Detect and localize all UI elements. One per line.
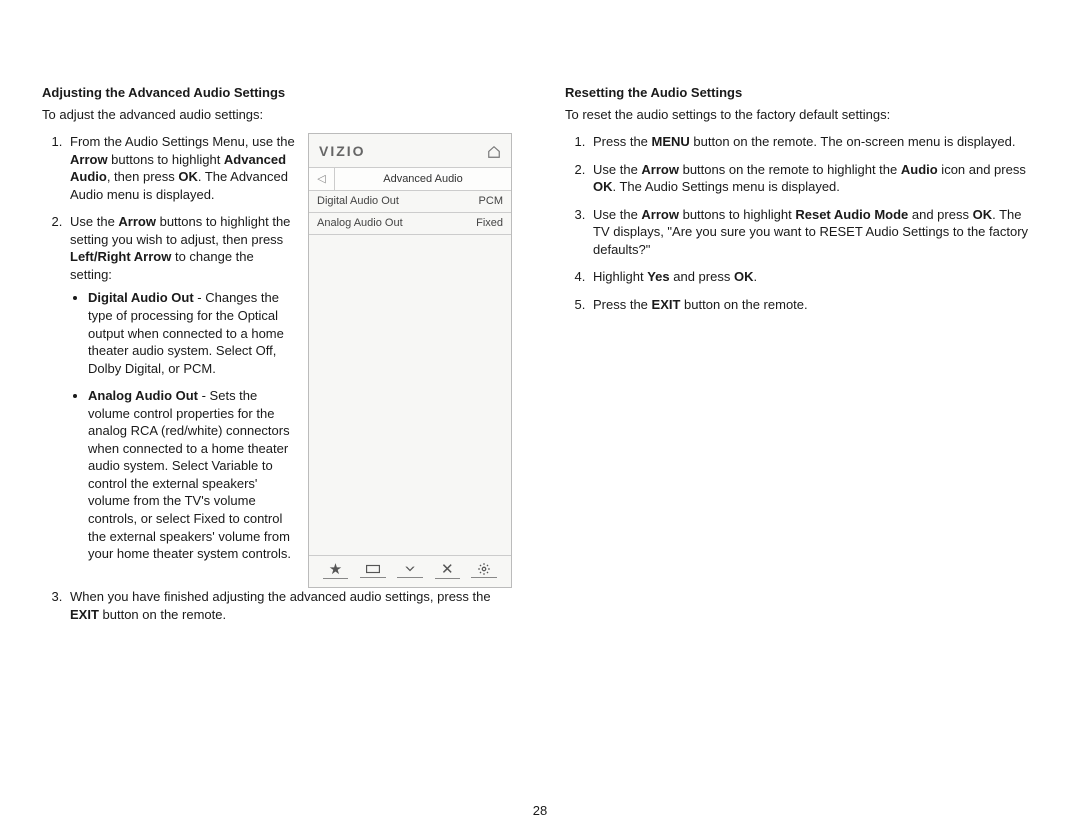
right-step-5: Press the EXIT button on the remote.: [589, 296, 1038, 314]
gear-icon: [471, 562, 497, 578]
wide-icon: [360, 562, 386, 578]
device-body-empty: [309, 235, 511, 555]
right-intro-text: To reset the audio settings to the facto…: [565, 106, 1038, 124]
left-step-1: From the Audio Settings Menu, use the Ar…: [66, 133, 296, 203]
right-step-1: Press the MENU button on the remote. The…: [589, 133, 1038, 151]
back-arrow-icon: ◁: [309, 168, 335, 190]
row-value: Fixed: [476, 216, 503, 231]
right-heading: Resetting the Audio Settings: [565, 84, 1038, 102]
device-row-digital-audio-out: Digital Audio Out PCM: [309, 191, 511, 213]
chevron-down-icon: [397, 562, 423, 578]
row-label: Analog Audio Out: [317, 216, 403, 231]
device-menu-titlebar: ◁ Advanced Audio: [309, 167, 511, 191]
left-step-3: When you have finished adjusting the adv…: [66, 588, 515, 623]
bullet-analog-audio-out: Analog Audio Out - Sets the volume contr…: [88, 387, 296, 562]
close-icon: ✕: [435, 562, 460, 579]
left-step-2: Use the Arrow buttons to highlight the s…: [66, 213, 296, 562]
device-screenshot: VIZIO ◁ Advanced Audio Digital Audio Out…: [308, 133, 512, 588]
page-number: 28: [0, 802, 1080, 820]
left-intro-text: To adjust the advanced audio settings:: [42, 106, 515, 124]
right-step-4: Highlight Yes and press OK.: [589, 268, 1038, 286]
bullet-digital-audio-out: Digital Audio Out - Changes the type of …: [88, 289, 296, 377]
row-value: PCM: [479, 194, 503, 209]
home-icon: [487, 145, 501, 159]
star-icon: ★: [323, 562, 348, 579]
vizio-logo: VIZIO: [319, 142, 366, 161]
row-label: Digital Audio Out: [317, 194, 399, 209]
right-step-2: Use the Arrow buttons on the remote to h…: [589, 161, 1038, 196]
device-bottom-icons: ★ ✕: [309, 555, 511, 587]
left-heading: Adjusting the Advanced Audio Settings: [42, 84, 515, 102]
right-step-3: Use the Arrow buttons to highlight Reset…: [589, 206, 1038, 259]
device-row-analog-audio-out: Analog Audio Out Fixed: [309, 213, 511, 235]
menu-title: Advanced Audio: [335, 168, 511, 190]
